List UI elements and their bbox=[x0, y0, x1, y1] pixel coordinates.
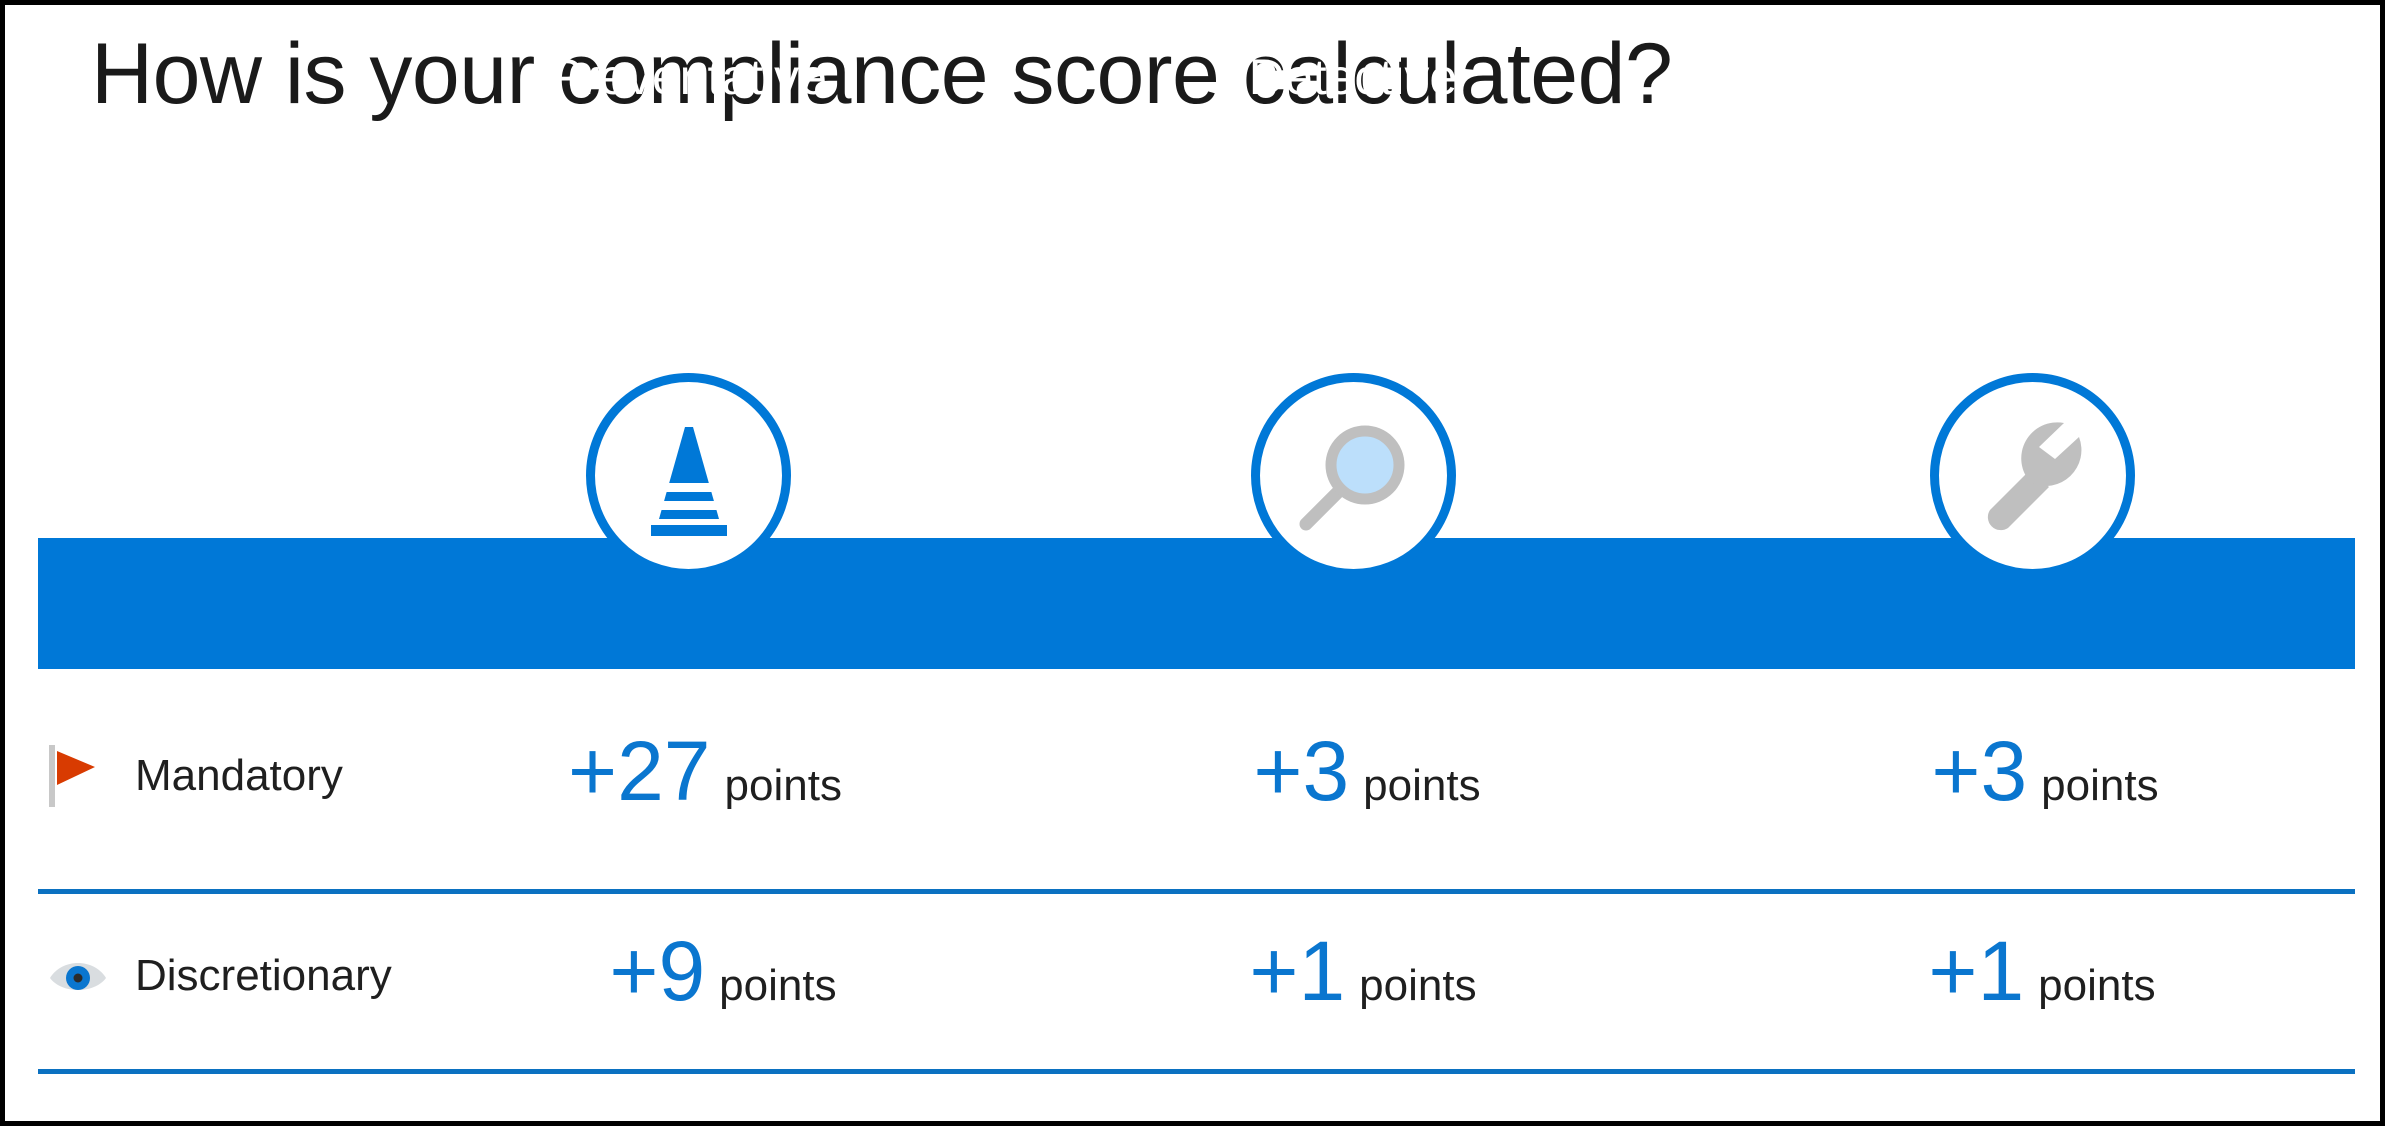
cell-mandatory-corrective: +3 points bbox=[1931, 729, 2158, 813]
eye-icon bbox=[45, 943, 111, 1009]
points-unit: points bbox=[2041, 761, 2159, 810]
cell-discretionary-preventative: +9 points bbox=[609, 929, 836, 1013]
row-divider-1 bbox=[38, 889, 2355, 894]
wrench-icon bbox=[1968, 411, 2098, 541]
points-value: +27 bbox=[568, 724, 711, 818]
row-label-text: Mandatory bbox=[135, 751, 343, 800]
traffic-cone-icon bbox=[624, 411, 754, 541]
banner-label-corrective: Corrective bbox=[1918, 49, 2146, 105]
magnifying-glass-icon bbox=[1288, 410, 1420, 542]
detective-icon-circle bbox=[1251, 373, 1456, 578]
red-flag-icon bbox=[45, 743, 111, 809]
points-value: +1 bbox=[1249, 924, 1346, 1018]
cell-mandatory-detective: +3 points bbox=[1253, 729, 1480, 813]
corrective-icon-circle bbox=[1930, 373, 2135, 578]
points-value: +3 bbox=[1931, 724, 2028, 818]
row-label-discretionary: Discretionary bbox=[45, 943, 392, 1009]
points-unit: points bbox=[1359, 961, 1477, 1010]
points-value: +9 bbox=[609, 924, 706, 1018]
preventative-icon-circle bbox=[586, 373, 791, 578]
points-value: +1 bbox=[1928, 924, 2025, 1018]
row-label-mandatory: Mandatory bbox=[45, 743, 343, 809]
row-label-text: Discretionary bbox=[135, 951, 392, 1000]
slide-canvas: How is your compliance score calculated?… bbox=[0, 0, 2385, 1126]
points-unit: points bbox=[719, 961, 837, 1010]
points-unit: points bbox=[1363, 761, 1481, 810]
banner-label-detective: Detective bbox=[1248, 49, 1458, 105]
points-unit: points bbox=[2038, 961, 2156, 1010]
banner-label-preventative: Preventative bbox=[549, 49, 827, 105]
cell-discretionary-detective: +1 points bbox=[1249, 929, 1476, 1013]
cell-mandatory-preventative: +27 points bbox=[568, 729, 842, 813]
row-divider-2 bbox=[38, 1069, 2355, 1074]
cell-discretionary-corrective: +1 points bbox=[1928, 929, 2155, 1013]
points-value: +3 bbox=[1253, 724, 1350, 818]
page-title: How is your compliance score calculated? bbox=[91, 26, 1673, 122]
points-unit: points bbox=[724, 761, 842, 810]
